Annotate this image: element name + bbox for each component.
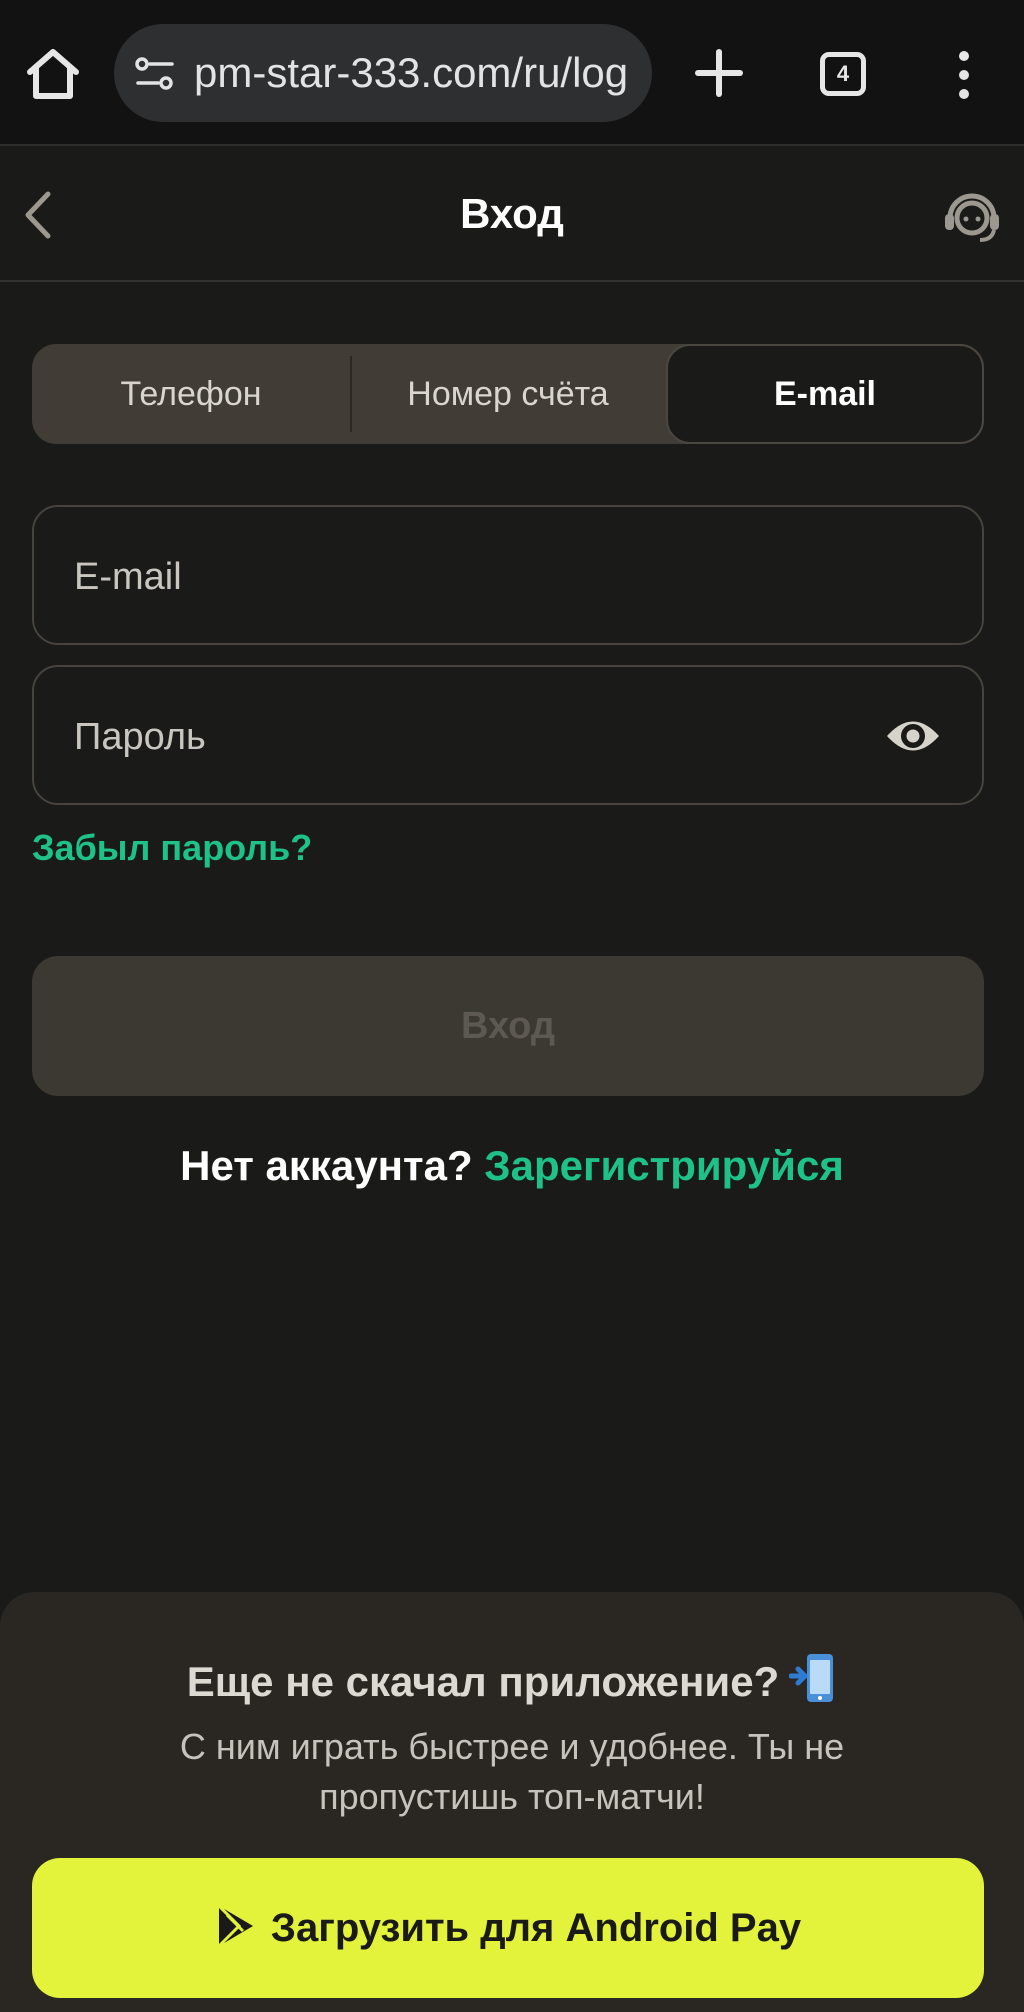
no-account-text: Нет аккаунта? [180, 1142, 473, 1189]
tab-phone[interactable]: Телефон [32, 344, 350, 444]
mobile-phone-arrow-icon [788, 1652, 837, 1704]
tab-account-number[interactable]: Номер счёта [350, 344, 666, 444]
show-password-eye-icon[interactable] [884, 711, 942, 761]
android-download-button[interactable]: Загрузить для Android Pay [32, 1858, 984, 1998]
login-method-tabs: Телефон Номер счёта E-mail [32, 344, 984, 444]
login-button[interactable]: Вход [32, 956, 984, 1096]
page-header: Вход [0, 148, 1024, 282]
tab-email[interactable]: E-mail [666, 344, 984, 444]
support-headset-icon[interactable] [942, 186, 1002, 246]
page-title: Вход [460, 190, 564, 237]
promo-title: Еще не скачал приложение? [186, 1658, 780, 1705]
email-placeholder: E-mail [74, 556, 182, 598]
google-play-icon [215, 1866, 257, 1948]
android-download-label: Загрузить для Android Pay [270, 1906, 802, 1950]
password-placeholder: Пароль [74, 716, 206, 758]
forgot-password-link[interactable]: Забыл пароль? [32, 822, 312, 874]
promo-description: С ним играть быстрее и удобнее. Ты не пр… [179, 1726, 845, 1817]
register-link[interactable]: Зарегистрируйся [484, 1142, 844, 1189]
browser-toolbar: pm-star-333.com/ru/log 4 [0, 0, 1024, 146]
register-prompt: Нет аккаунта? Зарегистрируйся [0, 1136, 1024, 1196]
password-field[interactable]: Пароль [32, 665, 984, 805]
email-field[interactable]: E-mail [32, 505, 984, 645]
app-download-banner: Еще не скачал приложение? С ним играть б… [0, 1592, 1024, 2012]
more-menu-icon[interactable] [948, 50, 980, 100]
url-text[interactable]: pm-star-333.com/ru/log [194, 46, 642, 100]
promo-title-row: Еще не скачал приложение? [0, 1652, 1024, 1712]
site-settings-icon[interactable] [134, 56, 178, 92]
address-bar[interactable]: pm-star-333.com/ru/log [114, 24, 652, 122]
home-icon[interactable] [22, 44, 84, 102]
android-download-content: Загрузить для Android Pay [32, 1858, 984, 1998]
new-tab-icon[interactable] [692, 44, 746, 102]
tabs-icon[interactable]: 4 [820, 52, 866, 96]
